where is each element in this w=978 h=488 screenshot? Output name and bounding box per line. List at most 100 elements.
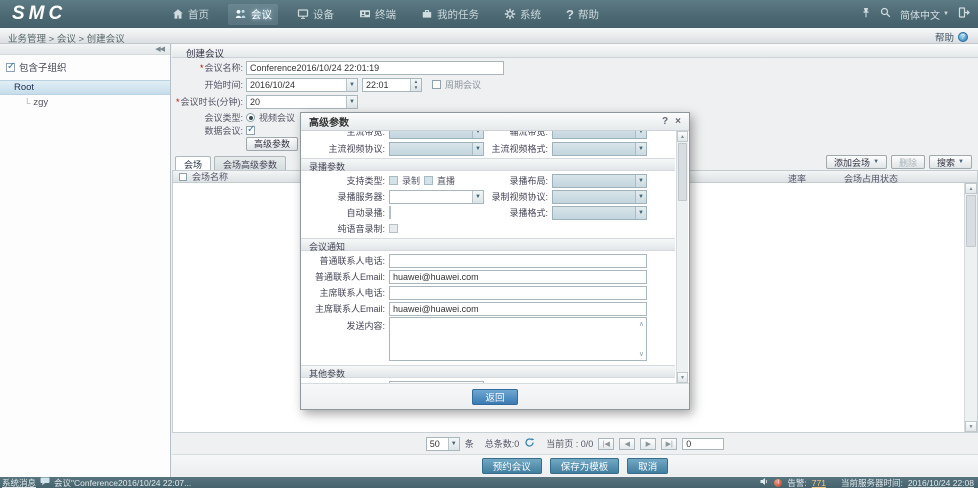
duration-value: 20 (247, 97, 346, 107)
chevron-down-icon: ▼ (635, 207, 646, 219)
pin-icon[interactable] (861, 7, 871, 21)
contact-phone-input[interactable] (389, 254, 647, 268)
site-toolbar: 添加会场 ▼ 删除 搜索 ▼ (826, 155, 972, 169)
contact-email-input[interactable] (389, 270, 647, 284)
scroll-down-icon[interactable]: ▼ (965, 421, 977, 432)
conference-name-label: *会议名称: (172, 61, 246, 74)
start-time-spinner[interactable]: 22:01 ▲ ▼ (362, 78, 422, 92)
recording-layout-dropdown[interactable]: ▼ (552, 174, 647, 188)
recording-server-dropdown[interactable]: ▼ (389, 190, 484, 204)
tree-node-label: Root (14, 82, 34, 93)
start-date-dropdown[interactable]: 2016/10/24 ▼ (246, 78, 358, 92)
search-icon[interactable] (880, 7, 891, 21)
goto-page-input[interactable] (682, 438, 724, 450)
nav-item-help[interactable]: ? 帮助 (560, 4, 605, 25)
schedule-conference-button[interactable]: 预约会议 (482, 458, 542, 474)
video-protocol-dropdown[interactable]: ▼ (389, 142, 484, 156)
contact-email-label: 普通联系人Email: (301, 270, 389, 283)
alarm-count-link[interactable]: 771 (812, 478, 826, 488)
main-bandwidth-dropdown[interactable]: ▼ (389, 131, 484, 139)
recording-format-dropdown[interactable]: ▼ (552, 206, 647, 220)
dialog-scrollbar[interactable]: ▲ ▼ (676, 131, 688, 383)
nav-item-device[interactable]: 设备 (291, 4, 340, 25)
aux-bandwidth-dropdown[interactable]: ▼ (552, 131, 647, 139)
tree-node-root[interactable]: Root (0, 80, 170, 95)
chair-email-input[interactable] (389, 302, 647, 316)
message-content-textarea[interactable]: ∧ ∨ (389, 317, 647, 361)
video-conference-radio[interactable] (246, 113, 255, 122)
server-time-label: 当前服务器时间: (841, 477, 903, 488)
nav-item-my-tasks[interactable]: 我的任务 (415, 4, 485, 25)
server-time-value[interactable]: 2016/10/24 22:08 (908, 478, 974, 488)
close-icon[interactable]: × (675, 116, 681, 127)
scroll-up-icon[interactable]: ▲ (677, 131, 688, 142)
language-selector[interactable]: 简体中文 ▼ (900, 7, 949, 22)
table-scrollbar[interactable]: ▲ ▼ (964, 183, 977, 432)
recording-protocol-dropdown[interactable]: ▼ (552, 190, 647, 204)
nav-label: 会议 (251, 7, 272, 22)
nav-item-conference[interactable]: 会议 (228, 4, 278, 25)
chevron-down-icon: ▼ (635, 191, 646, 203)
tab-site-advanced-params[interactable]: 会场高级参数 (214, 156, 286, 170)
dialog-help-icon[interactable]: ? (662, 116, 668, 127)
prev-page-button[interactable]: ◀ (619, 438, 635, 450)
video-protocol-label: 主流视频协议: (301, 142, 389, 155)
select-all-checkbox[interactable] (179, 173, 187, 181)
speaker-icon[interactable] (760, 477, 769, 488)
refresh-icon[interactable] (524, 437, 535, 450)
search-site-label: 搜索 (937, 156, 955, 169)
collapse-sidebar-icon[interactable]: ◀◀ (155, 45, 164, 53)
live-checkbox[interactable] (424, 176, 433, 185)
auto-recording-checkbox[interactable] (389, 206, 391, 219)
chair-phone-input[interactable] (389, 286, 647, 300)
save-as-template-button[interactable]: 保存为模板 (550, 458, 620, 474)
nav-label: 帮助 (578, 7, 599, 22)
chevron-down-icon: ▼ (635, 131, 646, 138)
scroll-up-icon[interactable]: ▲ (965, 183, 977, 194)
start-time-value: 22:01 (363, 80, 410, 90)
time-spinner-buttons[interactable]: ▲ ▼ (410, 79, 421, 91)
tab-sites[interactable]: 会场 (175, 156, 211, 170)
include-sub-org-checkbox[interactable] (6, 63, 15, 72)
current-page-label: 当前页 : 0/0 (546, 437, 593, 450)
textarea-scroll-down-icon[interactable]: ∨ (639, 350, 644, 358)
add-site-button[interactable]: 添加会场 ▼ (826, 155, 887, 169)
delete-site-button[interactable]: 删除 (891, 155, 925, 169)
recurring-conference-checkbox[interactable] (432, 80, 441, 89)
logout-icon[interactable] (958, 7, 970, 21)
chair-phone-label: 主席联系人电话: (301, 286, 389, 299)
scroll-down-icon[interactable]: ▼ (677, 372, 688, 383)
nav-item-system[interactable]: 系统 (498, 4, 547, 25)
scrollbar-thumb[interactable] (678, 143, 687, 201)
chevron-down-icon: ▼ (448, 438, 459, 450)
nav-item-terminal[interactable]: 终端 (353, 4, 402, 25)
cancel-button[interactable]: 取消 (627, 458, 668, 474)
search-site-button[interactable]: 搜索 ▼ (929, 155, 972, 169)
data-conference-checkbox[interactable] (246, 126, 255, 135)
status-message[interactable]: 会议"Conference2016/10/24 22:07... (54, 477, 191, 488)
voice-only-checkbox[interactable] (389, 224, 398, 233)
chevron-down-icon: ▼ (472, 191, 483, 203)
first-page-button[interactable]: |◀ (598, 438, 614, 450)
textarea-scroll-up-icon[interactable]: ∧ (639, 320, 644, 328)
next-page-button[interactable]: ▶ (640, 438, 656, 450)
back-button[interactable]: 返回 (472, 389, 517, 405)
help-ball-icon: ? (958, 32, 968, 42)
advanced-params-dialog: 高级参数 ? × 主流带宽: ▼ 辅流带宽: ▼ 主流视频协议: ▼ 主流视频格… (300, 112, 690, 410)
page-size-dropdown[interactable]: 50 ▼ (426, 437, 460, 451)
record-checkbox[interactable] (389, 176, 398, 185)
last-page-button[interactable]: ▶| (661, 438, 677, 450)
scrollbar-thumb[interactable] (966, 195, 976, 247)
conference-people-icon (234, 8, 247, 20)
tree-node-zgy[interactable]: └ zgy (0, 95, 170, 110)
duration-label: *会议时长(分钟): (172, 95, 246, 108)
nav-item-home[interactable]: 首页 (166, 4, 215, 25)
duration-dropdown[interactable]: 20 ▼ (246, 95, 358, 109)
gear-icon (504, 8, 516, 20)
help-link[interactable]: 帮助 ? (935, 30, 968, 44)
advanced-params-button[interactable]: 高级参数 (246, 137, 298, 151)
conference-name-input[interactable] (246, 61, 504, 75)
video-format-dropdown[interactable]: ▼ (552, 142, 647, 156)
pagination-bar: 50 ▼ 条 总条数:0 当前页 : 0/0 |◀ ◀ ▶ ▶| (172, 436, 978, 451)
system-message-link[interactable]: 系统消息 (2, 477, 36, 488)
